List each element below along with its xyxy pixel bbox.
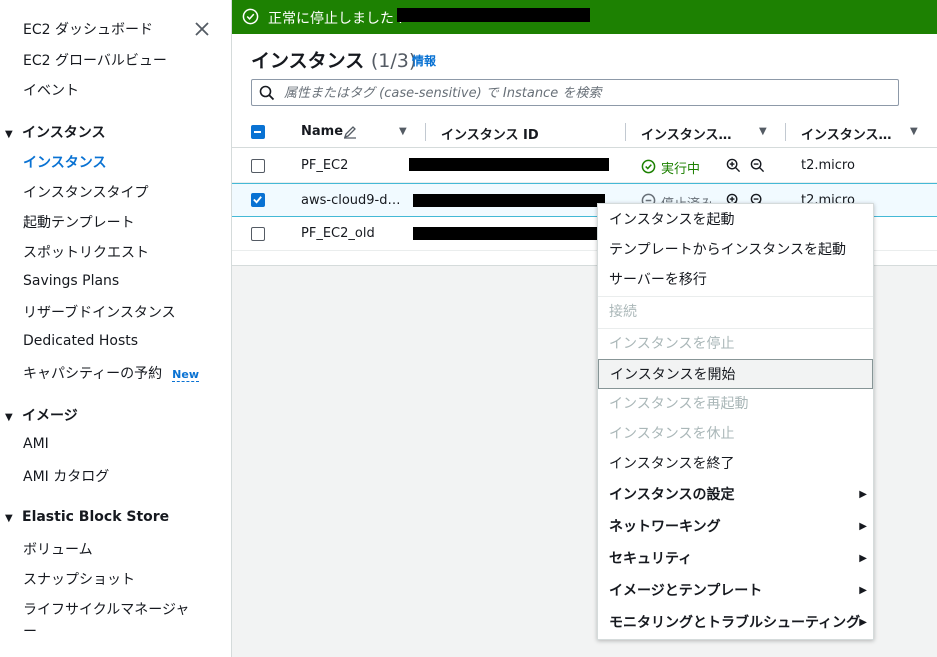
menu-reboot-instance: インスタンスを再起動 [609, 396, 749, 412]
submenu-arrow-icon: ▶ [859, 521, 867, 532]
section-images[interactable]: ▼ イメージ [5, 405, 78, 425]
search-box[interactable] [251, 79, 899, 106]
col-instance-state[interactable]: インスタンス… [641, 124, 731, 143]
column-divider [425, 123, 426, 141]
caret-down-icon: ▼ [5, 129, 13, 140]
row-checkbox[interactable] [251, 227, 265, 241]
sort-caret-icon[interactable]: ▼ [910, 126, 918, 137]
table-row[interactable]: PF_EC2 実行中 t2.micro [232, 149, 937, 183]
info-link[interactable]: 情報 [412, 52, 436, 69]
nav-ec2-global-view[interactable]: EC2 グローバルビュー [23, 50, 167, 70]
nav-instances[interactable]: インスタンス [23, 152, 106, 172]
table-header: Name ▼ インスタンス ID インスタンス… ▼ インスタンス… ▼ [232, 116, 937, 148]
nav-capacity-reservations[interactable]: キャパシティーの予約 New [23, 363, 200, 383]
menu-start-instance[interactable]: インスタンスを開始 [598, 359, 873, 389]
redacted-instance-id [413, 227, 605, 240]
menu-connect: 接続 [609, 304, 637, 320]
instance-name: PF_EC2 [301, 158, 349, 173]
menu-monitor-troubleshoot[interactable]: モニタリングとトラブルシューティング ▶ [598, 608, 873, 638]
nav-ami-catalog[interactable]: AMI カタログ [23, 466, 109, 486]
nav-launch-templates[interactable]: 起動テンプレート [23, 212, 135, 232]
nav-lifecycle-manager-wrap[interactable]: ー [23, 621, 37, 641]
nav-reserved-instances[interactable]: リザーブドインスタンス [23, 302, 176, 322]
nav-spot-requests[interactable]: スポットリクエスト [23, 242, 149, 262]
submenu-arrow-icon: ▶ [859, 553, 867, 564]
redacted-instance-id [409, 158, 609, 171]
instance-name: PF_EC2_old [301, 226, 375, 241]
nav-lifecycle-manager[interactable]: ライフサイクルマネージャ [23, 599, 189, 619]
column-divider [625, 123, 626, 141]
submenu-arrow-icon: ▶ [859, 489, 867, 500]
instance-type: t2.micro [801, 158, 855, 173]
caret-down-icon: ▼ [5, 513, 13, 524]
zoom-out-icon[interactable] [750, 158, 765, 173]
flash-message: 正常に停止しました i- [268, 11, 408, 27]
submenu-arrow-icon: ▶ [859, 585, 867, 596]
checkmark-icon [253, 196, 262, 204]
sort-caret-icon[interactable]: ▼ [399, 126, 407, 137]
sort-caret-icon[interactable]: ▼ [759, 126, 767, 137]
nav-instance-types[interactable]: インスタンスタイプ [23, 182, 148, 202]
redacted-instance-id [397, 8, 590, 22]
selection-count: (1/3) [370, 50, 417, 72]
menu-launch-instance[interactable]: インスタンスを起動 [598, 205, 873, 235]
caret-down-icon: ▼ [5, 412, 13, 423]
instance-state-menu: インスタンスを起動 テンプレートからインスタンスを起動 サーバーを移行 接続 イ… [597, 203, 874, 640]
menu-instance-settings[interactable]: インスタンスの設定 ▶ [598, 480, 873, 510]
search-icon [259, 85, 275, 101]
nav-savings-plans[interactable]: Savings Plans [23, 273, 119, 289]
nav-dedicated-hosts[interactable]: Dedicated Hosts [23, 333, 138, 349]
nav-ami[interactable]: AMI [23, 436, 49, 452]
check-circle-icon [242, 8, 259, 25]
col-name[interactable]: Name [301, 124, 343, 139]
menu-stop-instance: インスタンスを停止 [609, 336, 735, 352]
redacted-instance-id [413, 194, 605, 207]
row-checkbox[interactable] [251, 159, 265, 173]
submenu-arrow-icon: ▶ [859, 617, 867, 628]
page-title: インスタンス (1/3) [251, 50, 417, 72]
running-status-icon [641, 159, 656, 174]
menu-image-and-templates[interactable]: イメージとテンプレート ▶ [598, 576, 873, 606]
nav-events[interactable]: イベント [23, 80, 79, 100]
success-flashbar: 正常に停止しました i- [232, 0, 937, 34]
nav-volumes[interactable]: ボリューム [23, 539, 93, 559]
menu-migrate-server[interactable]: サーバーを移行 [598, 265, 873, 295]
menu-launch-from-template[interactable]: テンプレートからインスタンスを起動 [598, 235, 873, 265]
search-input[interactable] [284, 83, 884, 103]
menu-security[interactable]: セキュリティ ▶ [598, 544, 873, 574]
row-checkbox[interactable] [251, 193, 265, 207]
close-icon[interactable] [192, 19, 212, 39]
select-all-checkbox[interactable] [251, 125, 265, 139]
section-ebs[interactable]: ▼ Elastic Block Store [5, 509, 169, 525]
menu-networking[interactable]: ネットワーキング ▶ [598, 512, 873, 542]
instance-name: aws-cloud9-d… [301, 193, 401, 208]
menu-terminate-instance[interactable]: インスタンスを終了 [598, 449, 873, 479]
nav-snapshots[interactable]: スナップショット [23, 569, 135, 589]
column-divider [785, 123, 786, 141]
edit-pencil-icon[interactable] [343, 125, 357, 139]
col-instance-id[interactable]: インスタンス ID [441, 124, 539, 143]
nav-ec2-dashboard[interactable]: EC2 ダッシュボード [23, 19, 153, 39]
instance-state: 実行中 [661, 162, 701, 177]
col-instance-type[interactable]: インスタンス… [801, 124, 891, 143]
zoom-in-icon[interactable] [726, 158, 741, 173]
sidebar: EC2 ダッシュボード EC2 グローバルビュー イベント ▼ インスタンス イン… [0, 0, 232, 657]
new-badge: New [172, 368, 200, 382]
section-instances[interactable]: ▼ インスタンス [5, 122, 105, 142]
menu-hibernate-instance: インスタンスを休止 [609, 426, 735, 442]
